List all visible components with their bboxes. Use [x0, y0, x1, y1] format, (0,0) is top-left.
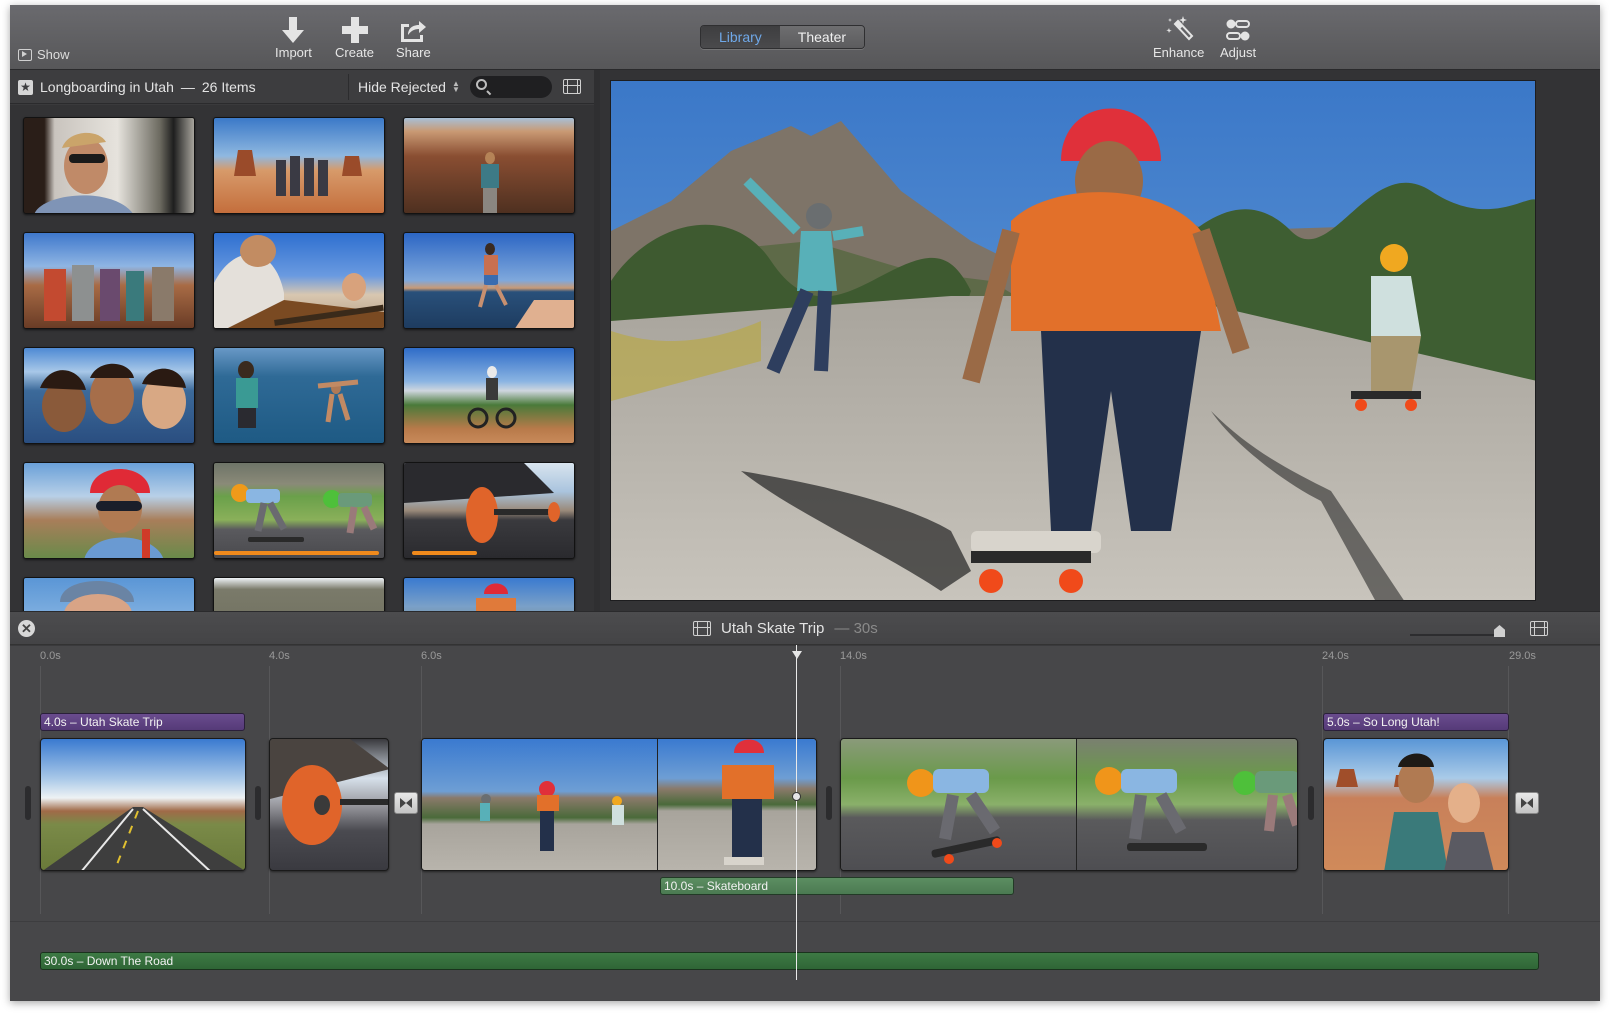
project-duration: — 30s	[834, 620, 878, 637]
video-clip[interactable]	[421, 738, 817, 871]
create-label: Create	[335, 45, 375, 60]
ruler-tick-label: 24.0s	[1322, 650, 1349, 662]
share-label: Share	[396, 45, 431, 60]
event-title: ★ Longboarding in Utah — 26 Items	[18, 79, 256, 95]
event-browser	[10, 105, 594, 611]
clip-trim-handle[interactable]	[25, 786, 31, 820]
thumbnail[interactable]	[213, 577, 385, 611]
adjust-sliders-icon	[1225, 15, 1251, 45]
thumbnail[interactable]	[403, 232, 575, 329]
show-label: Show	[37, 47, 70, 62]
create-button[interactable]: Create	[335, 15, 374, 60]
adjust-button[interactable]: Adjust	[1220, 15, 1256, 60]
ruler-tick-label: 29.0s	[1509, 650, 1536, 662]
share-button[interactable]: Share	[396, 15, 431, 60]
timeline-settings-icon[interactable]	[1530, 621, 1548, 636]
magic-wand-icon	[1164, 15, 1194, 45]
video-clip[interactable]	[269, 738, 389, 871]
thumbnail[interactable]	[213, 347, 385, 444]
import-button[interactable]: Import	[275, 15, 312, 60]
sidebar-toggle-icon	[18, 48, 32, 61]
enhance-button[interactable]: Enhance	[1153, 15, 1204, 60]
thumbnail[interactable]	[213, 232, 385, 329]
playhead-handle-icon[interactable]	[792, 651, 802, 659]
event-name: Longboarding in Utah	[40, 79, 174, 95]
playhead[interactable]	[796, 645, 797, 980]
thumbnail[interactable]	[23, 462, 195, 559]
thumbnail[interactable]	[403, 347, 575, 444]
filter-popup[interactable]: Hide Rejected ▲ ▼	[358, 79, 460, 95]
preview-frame[interactable]	[610, 80, 1536, 601]
divider	[348, 74, 349, 100]
playhead-dot	[792, 792, 801, 801]
sound-effect-clip[interactable]: 10.0s – Skateboard	[660, 877, 1014, 895]
clip-appearance-icon[interactable]	[563, 79, 581, 94]
slider-knob[interactable]	[1494, 625, 1505, 637]
thumbnail[interactable]	[403, 462, 575, 559]
project-filmstrip-icon	[693, 621, 711, 636]
clip-trim-handle[interactable]	[826, 786, 832, 820]
timeline-header: ✕ Utah Skate Trip — 30s	[10, 611, 1600, 645]
item-count: 26 Items	[201, 79, 256, 95]
plus-icon	[341, 15, 368, 45]
used-range-marker	[214, 551, 379, 555]
video-clip[interactable]	[840, 738, 1298, 871]
clip-frame	[841, 739, 1076, 870]
clip-frame	[1076, 739, 1297, 870]
thumbnail[interactable]	[403, 577, 575, 611]
imovie-window: Show Import Create Share Library Theater	[10, 5, 1600, 1001]
import-label: Import	[275, 45, 312, 60]
project-name: Utah Skate Trip	[721, 620, 825, 637]
search-field[interactable]	[470, 76, 552, 98]
toolbar: Show Import Create Share Library Theater	[10, 5, 1600, 70]
project-title: Utah Skate Trip — 30s	[693, 620, 878, 637]
star-icon: ★	[18, 79, 33, 95]
import-arrow-icon	[280, 15, 306, 45]
updown-chevron-icon: ▲ ▼	[451, 79, 460, 94]
ruler-tick-label: 6.0s	[421, 650, 442, 662]
title-separator: —	[180, 79, 195, 95]
timeline-zoom-slider[interactable]	[1410, 620, 1508, 638]
title-clip[interactable]: 4.0s – Utah Skate Trip	[40, 713, 245, 731]
viewer	[600, 70, 1600, 611]
title-clip[interactable]: 5.0s – So Long Utah!	[1323, 713, 1509, 731]
clip-frame	[422, 739, 657, 870]
thumbnail[interactable]	[23, 347, 195, 444]
background-music-clip[interactable]: 30.0s – Down The Road	[40, 952, 1539, 970]
search-icon	[476, 79, 487, 90]
thumbnail[interactable]	[23, 577, 195, 611]
close-project-button[interactable]: ✕	[18, 620, 35, 637]
tab-library[interactable]: Library	[701, 26, 780, 48]
thumbnail[interactable]	[23, 232, 195, 329]
library-header: ★ Longboarding in Utah — 26 Items Hide R…	[10, 70, 594, 104]
clip-frame	[657, 739, 816, 870]
enhance-label: Enhance	[1153, 45, 1205, 60]
thumbnail[interactable]	[23, 117, 195, 214]
clip-trim-handle[interactable]	[255, 786, 261, 820]
ruler-tick-label: 4.0s	[269, 650, 290, 662]
share-icon	[399, 15, 427, 45]
thumbnail[interactable]	[213, 117, 385, 214]
video-clip[interactable]	[40, 738, 246, 871]
transition-button[interactable]	[394, 792, 418, 814]
ruler-tick-label: 14.0s	[840, 650, 867, 662]
slider-track	[1410, 634, 1500, 636]
transition-button[interactable]	[1515, 792, 1539, 814]
view-switcher: Library Theater	[700, 25, 866, 49]
tab-theater[interactable]: Theater	[779, 26, 865, 48]
filter-label: Hide Rejected	[358, 79, 446, 95]
ruler-tick-label: 0.0s	[40, 650, 61, 662]
thumbnail[interactable]	[213, 462, 385, 559]
used-range-marker	[412, 551, 477, 555]
thumbnail[interactable]	[403, 117, 575, 214]
adjust-label: Adjust	[1220, 45, 1257, 60]
divider	[10, 921, 1600, 922]
timeline[interactable]: 0.0s 4.0s 6.0s 14.0s 24.0s 29.0s 4.0s – …	[10, 646, 1600, 1001]
show-libraries-button[interactable]: Show	[18, 47, 70, 62]
video-clip[interactable]	[1323, 738, 1509, 871]
clip-trim-handle[interactable]	[1308, 786, 1314, 820]
